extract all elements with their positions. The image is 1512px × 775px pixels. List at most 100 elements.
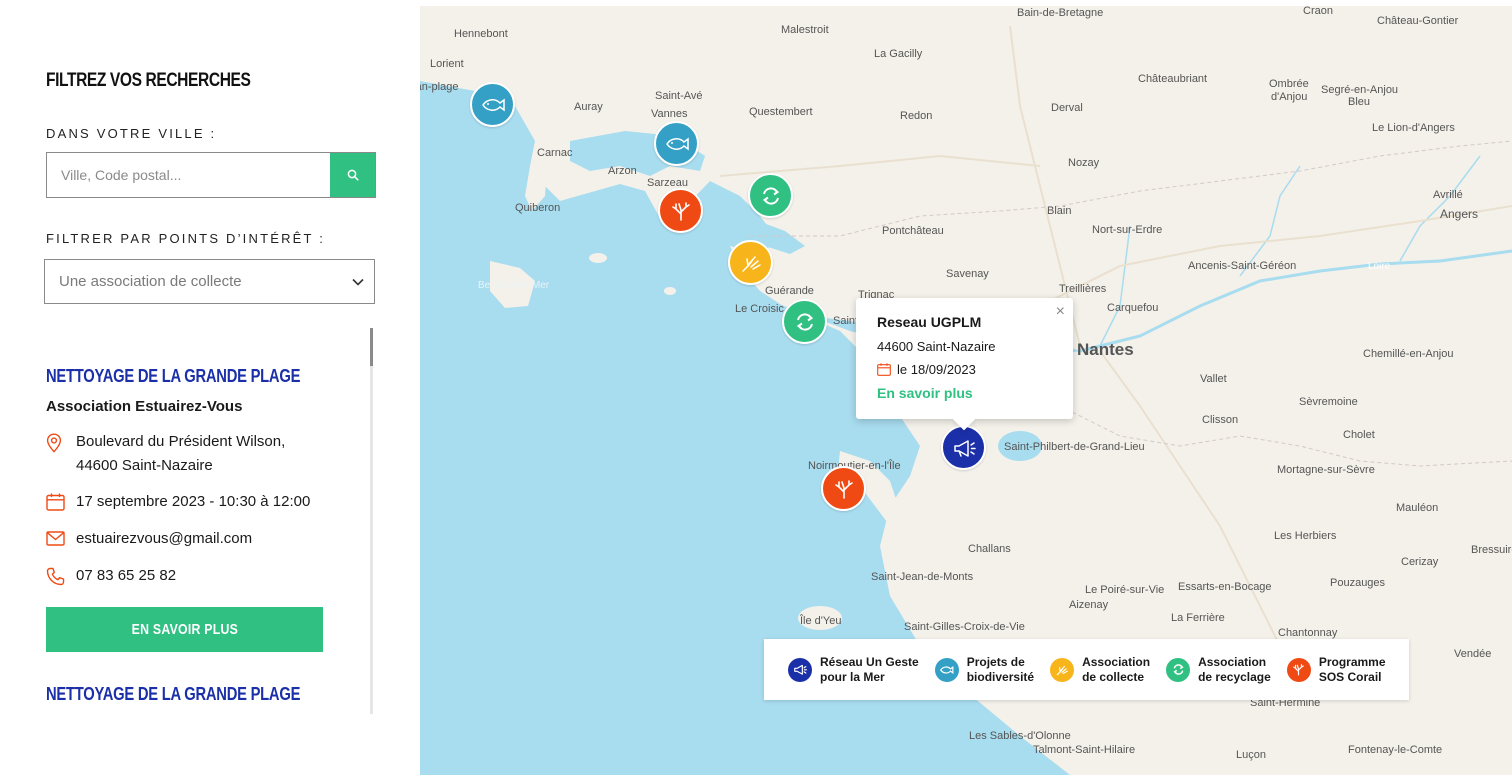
legend-item-recycling: Association de recyclage bbox=[1166, 655, 1271, 685]
city-search-input[interactable] bbox=[47, 153, 330, 197]
legend-label: Association de collecte bbox=[1082, 654, 1151, 684]
popup-city: 44600 Saint-Nazaire bbox=[877, 339, 996, 354]
place-label: morbihan-plage bbox=[420, 81, 459, 93]
place-label: Challans bbox=[968, 543, 1011, 555]
place-label: Saint bbox=[833, 315, 859, 327]
hand-icon bbox=[741, 255, 761, 272]
place-label: Vannes bbox=[651, 108, 688, 120]
place-label: Derval bbox=[1051, 102, 1083, 114]
place-label: Bressuire bbox=[1471, 544, 1512, 556]
place-label: Vendée bbox=[1454, 648, 1492, 660]
event-title[interactable]: NETTOYAGE DE LA GRANDE PLAGE bbox=[46, 366, 300, 387]
popup-date: le 18/09/2023 bbox=[877, 362, 1073, 377]
place-label: Les Herbiers bbox=[1274, 530, 1337, 542]
place-label: Malestroit bbox=[781, 24, 829, 36]
marker-recycling[interactable] bbox=[782, 299, 827, 344]
event-more-button-label: EN SAVOIR PLUS bbox=[131, 621, 238, 638]
filter-sidebar: FILTREZ VOS RECHERCHES DANS VOTRE VILLE … bbox=[0, 0, 420, 775]
place-label: Pouzauges bbox=[1330, 577, 1386, 589]
coral-icon bbox=[671, 201, 690, 221]
city-label: DANS VOTRE VILLE : bbox=[46, 126, 217, 141]
place-label: Belle-Île-en-Mer bbox=[478, 280, 550, 291]
legend-label: Projets de biodiversité bbox=[966, 654, 1035, 684]
coral-icon bbox=[834, 479, 853, 499]
place-label: Château-Gontier bbox=[1377, 15, 1459, 27]
fish-icon bbox=[940, 665, 954, 674]
poi-select[interactable]: Une association de collecte bbox=[44, 259, 375, 304]
marker-biodiversity[interactable] bbox=[654, 121, 699, 166]
event-date: 17 septembre 2023 - 10:30 à 12:00 bbox=[46, 490, 310, 519]
place-label: Vallet bbox=[1200, 373, 1227, 385]
place-label: Pontchâteau bbox=[882, 225, 944, 237]
address-line-2: 44600 Saint-Nazaire bbox=[76, 457, 213, 474]
place-label: Savenay bbox=[946, 268, 989, 280]
place-label: Saint-Avé bbox=[655, 90, 703, 102]
hand-icon bbox=[1056, 665, 1068, 675]
place-label: Nort-sur-Erdre bbox=[1092, 224, 1163, 236]
place-label: Le Croisic bbox=[735, 303, 784, 315]
event-email-text[interactable]: estuairezvous@gmail.com bbox=[76, 527, 252, 554]
place-label: Bleu bbox=[1348, 96, 1371, 108]
recycle-icon bbox=[1173, 664, 1184, 675]
sidebar-title: FILTREZ VOS RECHERCHES bbox=[46, 70, 251, 91]
place-label: Questembert bbox=[749, 106, 813, 118]
marker-recycling[interactable] bbox=[748, 173, 793, 218]
chevron-down-icon bbox=[352, 278, 364, 286]
calendar-icon bbox=[46, 493, 65, 511]
event-more-button[interactable]: EN SAVOIR PLUS bbox=[46, 607, 323, 652]
popup-more-link[interactable]: En savoir plus bbox=[877, 385, 1073, 401]
place-label: Loire bbox=[1368, 261, 1391, 272]
popup-title: Reseau UGPLM bbox=[877, 314, 982, 330]
place-label: Le Lion-d'Angers bbox=[1372, 122, 1455, 134]
close-icon[interactable]: × bbox=[1056, 303, 1065, 321]
place-label: Chantonnay bbox=[1278, 627, 1338, 639]
place-label: Angers bbox=[1440, 207, 1479, 221]
place-label: Carnac bbox=[537, 147, 573, 159]
marker-collection[interactable] bbox=[728, 240, 773, 285]
place-label: Mauléon bbox=[1396, 502, 1439, 514]
place-label: Le Poiré-sur-Vie bbox=[1085, 584, 1165, 596]
place-label: Ombrée bbox=[1269, 78, 1309, 90]
marker-sos-coral[interactable] bbox=[821, 466, 866, 511]
legend-label: Réseau Un Geste pour la Mer bbox=[820, 654, 919, 684]
fish-icon bbox=[665, 137, 689, 150]
place-label: Mortagne-sur-Sèvre bbox=[1277, 464, 1375, 476]
marker-biodiversity[interactable] bbox=[470, 82, 515, 127]
place-label: Aizenay bbox=[1069, 599, 1109, 611]
app: FILTREZ VOS RECHERCHES DANS VOTRE VILLE … bbox=[0, 0, 1512, 775]
place-label: Bain-de-Bretagne bbox=[1017, 7, 1104, 19]
megaphone-icon bbox=[794, 664, 807, 675]
marker-popup: × Reseau UGPLM 44600 Saint-Nazaire le 18… bbox=[856, 298, 1073, 419]
event-email: estuairezvous@gmail.com bbox=[46, 527, 252, 554]
poi-select-value: Une association de collecte bbox=[59, 273, 242, 290]
place-label: Luçon bbox=[1236, 749, 1266, 761]
place-label: Guérande bbox=[765, 285, 814, 297]
place-label: Cerizay bbox=[1401, 556, 1439, 568]
map-legend: Réseau Un Geste pour la Mer Projets de b… bbox=[764, 639, 1409, 700]
place-label: Clisson bbox=[1202, 414, 1239, 426]
event-address: Boulevard du Président Wilson, 44600 Sai… bbox=[46, 430, 285, 478]
place-label: Saint-Philbert-de-Grand-Lieu bbox=[1004, 441, 1145, 453]
place-label: Arzon bbox=[608, 165, 637, 177]
event-phone-text[interactable]: 07 83 65 25 82 bbox=[76, 564, 176, 594]
map[interactable]: Hennebont Malestroit Bain-de-Bretagne Cr… bbox=[420, 6, 1512, 775]
place-label: Saint-Jean-de-Monts bbox=[871, 571, 974, 583]
coral-icon bbox=[1293, 664, 1305, 676]
place-label: Treillières bbox=[1059, 283, 1107, 295]
place-label: La Gacilly bbox=[874, 48, 923, 60]
address-line-1: Boulevard du Président Wilson, bbox=[76, 433, 286, 450]
place-label-major: Nantes bbox=[1077, 340, 1134, 359]
legend-item-biodiversity: Projets de biodiversité bbox=[934, 654, 1035, 685]
mail-icon bbox=[46, 531, 65, 546]
event-title[interactable]: NETTOYAGE DE LA GRANDE PLAGE bbox=[46, 684, 300, 705]
place-label: Essarts-en-Bocage bbox=[1178, 581, 1272, 593]
marker-un-geste[interactable] bbox=[941, 425, 986, 470]
marker-sos-coral[interactable] bbox=[658, 188, 703, 233]
event-organizer: Association Estuairez-Vous bbox=[46, 398, 243, 415]
place-label: Châteaubriant bbox=[1138, 73, 1208, 85]
place-label: Carquefou bbox=[1107, 302, 1159, 314]
recycle-icon bbox=[796, 312, 813, 331]
place-label: Chemillé-en-Anjou bbox=[1363, 348, 1454, 360]
poi-label: FILTRER PAR POINTS D’INTÉRÊT : bbox=[46, 231, 326, 246]
city-search-button[interactable] bbox=[330, 153, 375, 197]
